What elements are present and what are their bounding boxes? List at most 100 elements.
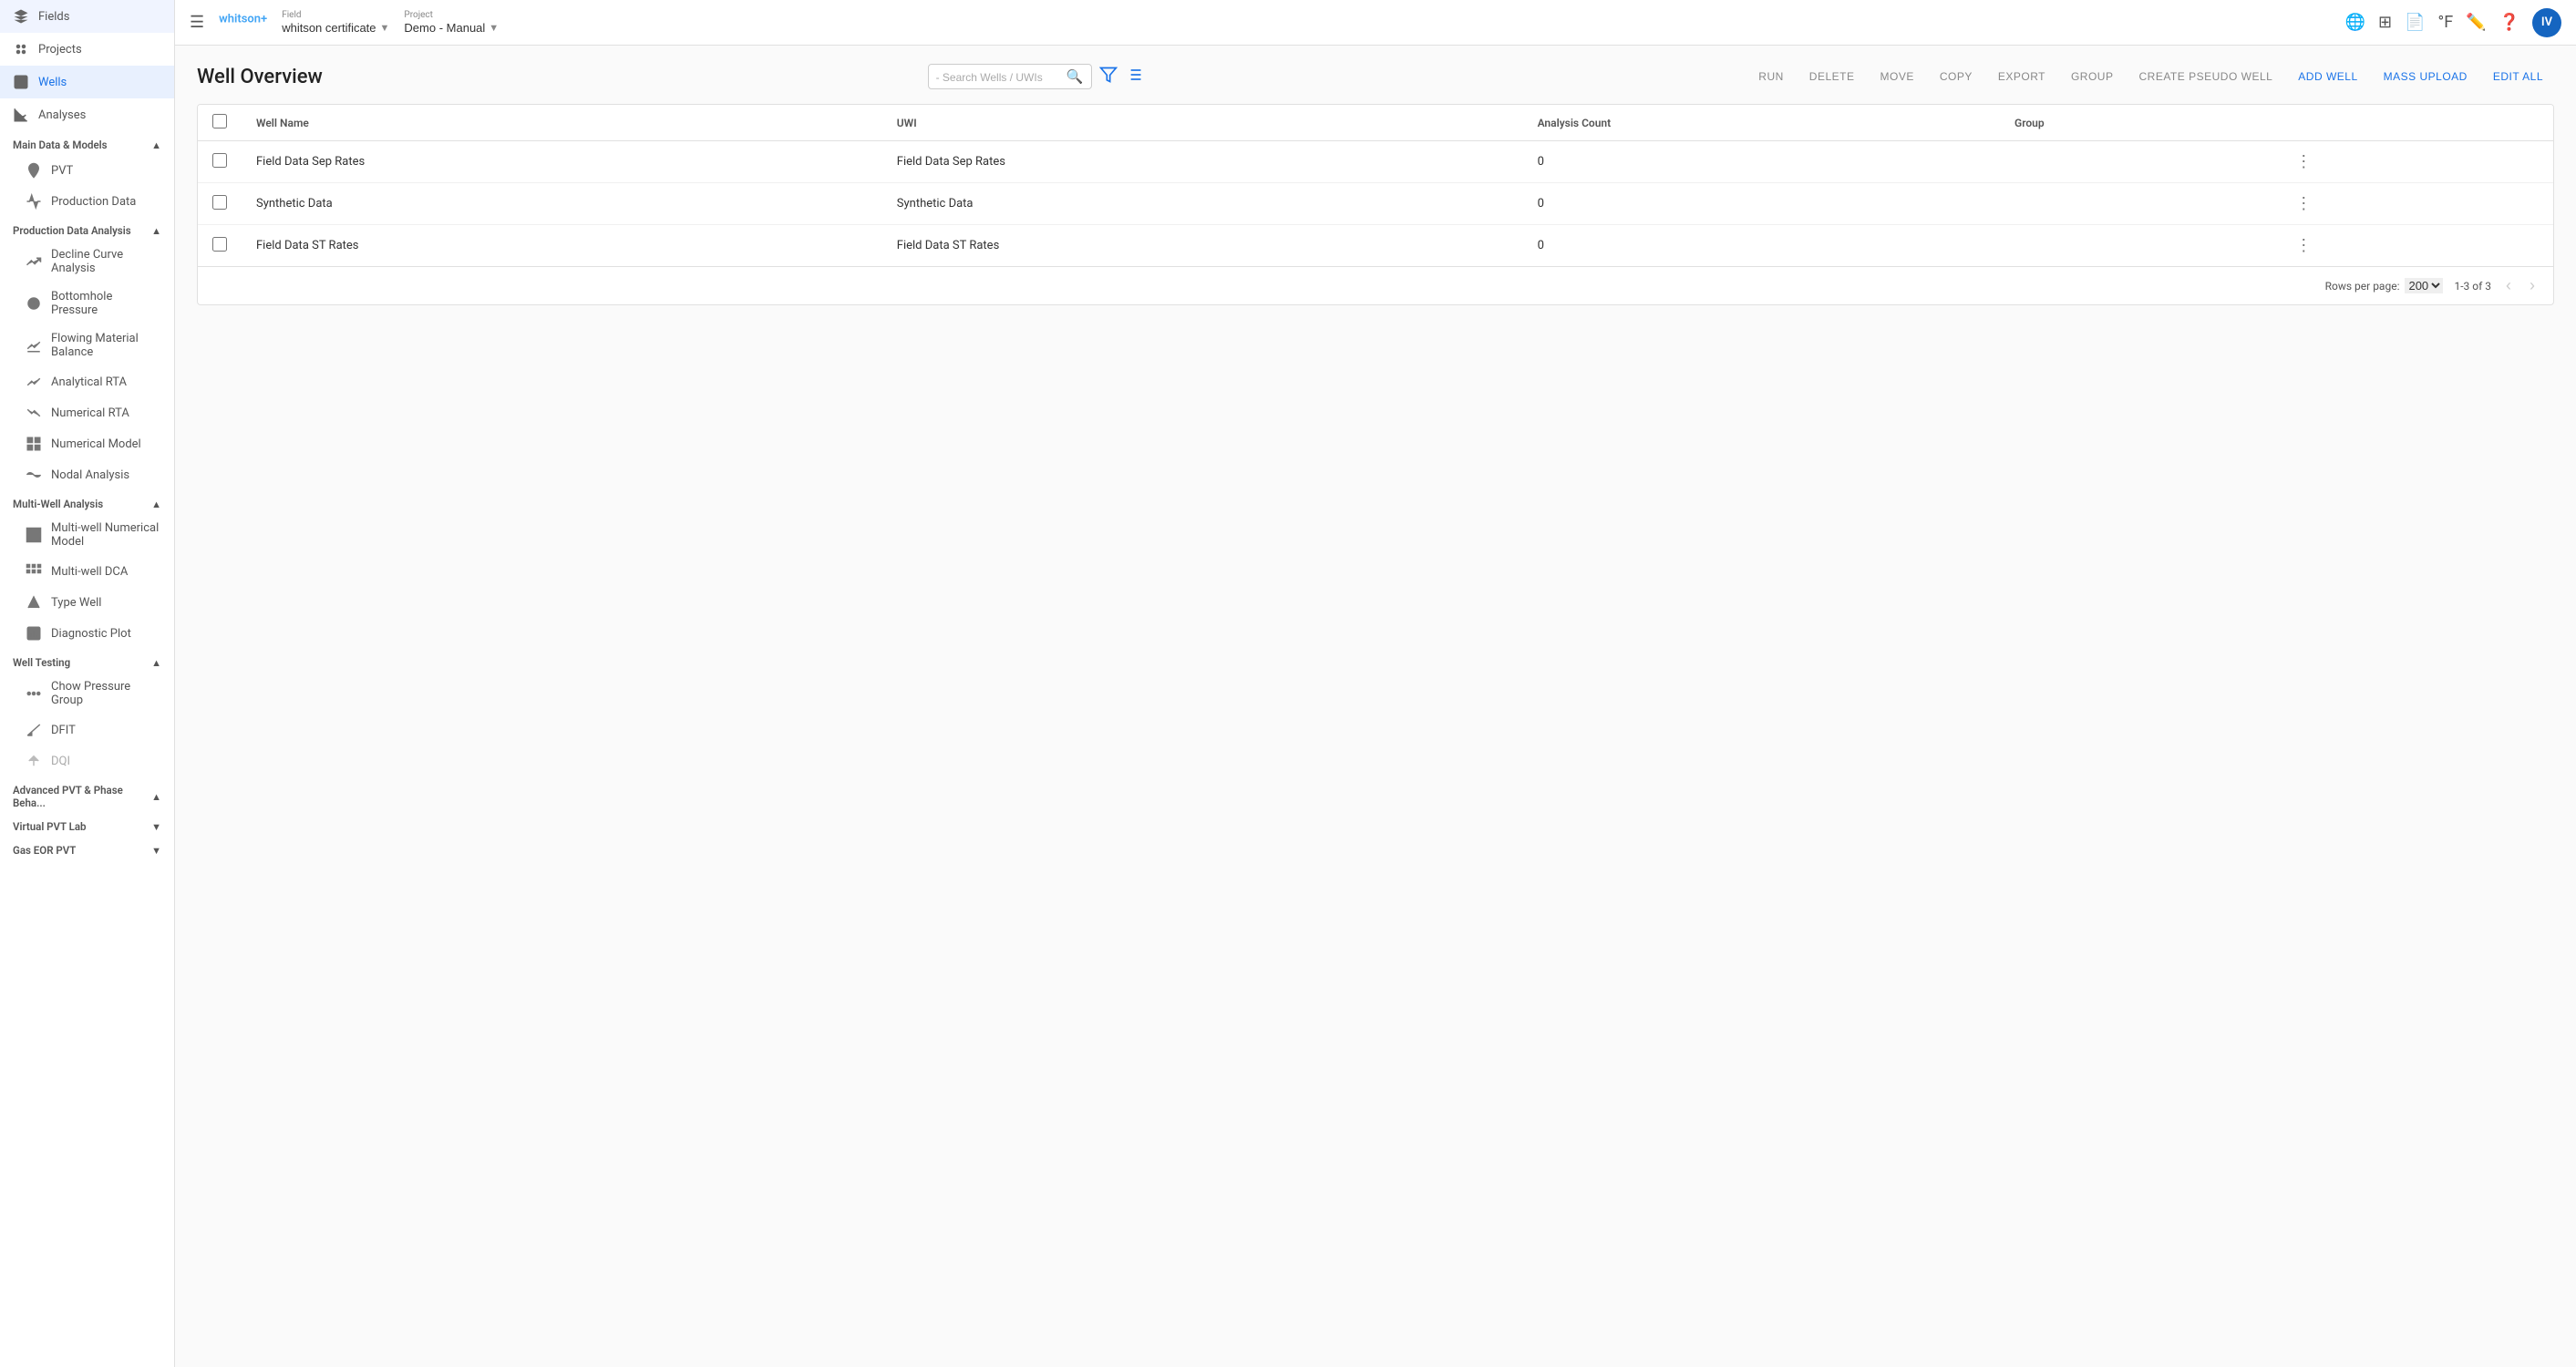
sidebar-item-cpg-label: Chow Pressure Group [51, 680, 161, 707]
field-label: Field [282, 10, 389, 20]
row-menu-button[interactable]: ⋮ [2288, 192, 2319, 215]
wells-table: Well Name UWI Analysis Count Group Field… [198, 105, 2553, 266]
sidebar-item-mwdca-label: Multi-well DCA [51, 565, 128, 579]
select-all-checkbox[interactable] [212, 114, 227, 128]
sidebar-item-flowing-material-balance[interactable]: Flowing Material Balance [0, 324, 174, 366]
section-production-data-analysis[interactable]: Production Data Analysis ▲ [0, 217, 174, 241]
globe-icon[interactable]: 🌐 [2345, 13, 2365, 32]
search-icon: 🔍 [1066, 68, 1084, 85]
page-title: Well Overview [197, 66, 323, 88]
dfit-icon [26, 722, 42, 738]
run-button[interactable]: RUN [1747, 65, 1795, 88]
group-cell [2000, 183, 2273, 225]
sidebar-item-mwnm-label: Multi-well Numerical Model [51, 521, 161, 549]
rows-per-page-select[interactable]: 200 100 50 [2405, 278, 2443, 293]
section-well-testing[interactable]: Well Testing ▲ [0, 649, 174, 673]
project-selector[interactable]: Demo - Manual ▼ [404, 21, 499, 35]
analysis-count-cell: 0 [1523, 225, 2000, 267]
file-icon[interactable]: 📄 [2405, 13, 2425, 32]
sidebar-item-bottomhole-pressure[interactable]: Bottomhole Pressure [0, 283, 174, 324]
group-cell [2000, 225, 2273, 267]
search-input[interactable] [936, 70, 1061, 84]
section-main-data-chevron: ▲ [151, 139, 161, 151]
sidebar-item-pvt[interactable]: PVT [0, 155, 174, 186]
row-menu-cell: ⋮ [2273, 225, 2553, 267]
section-advanced-pvt[interactable]: Advanced PVT & Phase Beha... ▲ [0, 776, 174, 813]
rows-per-page-label: Rows per page: [2325, 280, 2400, 293]
grid-icon[interactable]: ⊞ [2378, 13, 2392, 32]
group-cell [2000, 141, 2273, 183]
row-menu-button[interactable]: ⋮ [2288, 150, 2319, 173]
next-page-button[interactable]: › [2526, 274, 2539, 297]
sidebar-item-numerical-rta-label: Numerical RTA [51, 406, 129, 420]
fields-icon [13, 8, 29, 25]
sidebar-item-chow-pressure-group[interactable]: Chow Pressure Group [0, 673, 174, 714]
sidebar-item-production-data[interactable]: Production Data [0, 186, 174, 217]
sidebar-item-decline-curve[interactable]: Decline Curve Analysis [0, 241, 174, 283]
sidebar-item-analyses[interactable]: Analyses [0, 98, 174, 131]
sidebar-item-projects[interactable]: Projects [0, 33, 174, 66]
well-name-cell: Synthetic Data [242, 183, 882, 225]
field-selector[interactable]: whitson certificate ▼ [282, 21, 389, 35]
sidebar-item-nodal-analysis[interactable]: Nodal Analysis [0, 459, 174, 490]
wells-icon [13, 74, 29, 90]
filter-icon[interactable] [1099, 66, 1118, 88]
uwi-cell: Field Data Sep Rates [882, 141, 1523, 183]
sidebar-item-dqi: DQI [0, 745, 174, 776]
sidebar-item-type-well-label: Type Well [51, 596, 101, 610]
row-checkbox-cell [198, 183, 242, 225]
section-multi-well-analysis[interactable]: Multi-Well Analysis ▲ [0, 490, 174, 514]
temperature-icon[interactable]: °F [2437, 13, 2453, 32]
prev-page-button[interactable]: ‹ [2502, 274, 2515, 297]
row-menu-button[interactable]: ⋮ [2288, 234, 2319, 257]
rows-per-page: Rows per page: 200 100 50 [2325, 278, 2444, 293]
sidebar-item-type-well[interactable]: Type Well [0, 587, 174, 618]
diagnostic-plot-icon [26, 625, 42, 642]
section-gas-eor-pvt[interactable]: Gas EOR PVT ▼ [0, 837, 174, 860]
sidebar-item-projects-label: Projects [38, 43, 82, 57]
help-icon[interactable]: ❓ [2499, 13, 2519, 32]
projects-icon [13, 41, 29, 57]
copy-button[interactable]: COPY [1929, 65, 1984, 88]
section-main-data-models[interactable]: Main Data & Models ▲ [0, 131, 174, 155]
sidebar-item-fields[interactable]: Fields [0, 0, 174, 33]
content-area: Well Overview 🔍 RUN DELETE MOVE COPY EX [175, 46, 2576, 1367]
user-avatar[interactable]: IV [2532, 8, 2561, 37]
multi-well-numerical-icon [26, 527, 42, 543]
pvt-icon [26, 162, 42, 179]
sidebar-item-multi-well-numerical[interactable]: Multi-well Numerical Model [0, 514, 174, 556]
sidebar-item-diagnostic-plot[interactable]: Diagnostic Plot [0, 618, 174, 649]
edit-all-button[interactable]: EDIT ALL [2482, 65, 2554, 88]
well-name-cell: Field Data Sep Rates [242, 141, 882, 183]
sidebar-item-multi-well-dca[interactable]: Multi-well DCA [0, 556, 174, 587]
flowing-material-balance-icon [26, 337, 42, 354]
sort-icon[interactable] [1125, 66, 1143, 88]
section-virtual-pvt-lab[interactable]: Virtual PVT Lab ▼ [0, 813, 174, 837]
row-checkbox[interactable] [212, 153, 227, 168]
menu-header [2273, 105, 2553, 141]
sidebar-item-numerical-model[interactable]: Numerical Model [0, 428, 174, 459]
sidebar-item-dfit[interactable]: DFIT [0, 714, 174, 745]
mass-upload-button[interactable]: MASS UPLOAD [2373, 65, 2478, 88]
sidebar-item-production-data-label: Production Data [51, 195, 136, 209]
action-toolbar: RUN DELETE MOVE COPY EXPORT GROUP CREATE… [1747, 65, 2554, 88]
delete-button[interactable]: DELETE [1798, 65, 1866, 88]
field-chevron-icon: ▼ [380, 23, 390, 34]
sidebar-item-wells[interactable]: Wells [0, 66, 174, 98]
edit-icon[interactable]: ✏️ [2466, 13, 2486, 32]
row-checkbox[interactable] [212, 237, 227, 252]
well-name-header: Well Name [242, 105, 882, 141]
analytical-rta-icon [26, 374, 42, 390]
row-checkbox[interactable] [212, 195, 227, 210]
sidebar-item-numerical-rta[interactable]: Numerical RTA [0, 397, 174, 428]
sidebar-item-analytical-rta[interactable]: Analytical RTA [0, 366, 174, 397]
group-button[interactable]: GROUP [2060, 65, 2125, 88]
create-pseudo-well-button[interactable]: CREATE PSEUDO WELL [2128, 65, 2283, 88]
uwi-cell: Synthetic Data [882, 183, 1523, 225]
numerical-model-icon [26, 436, 42, 452]
export-button[interactable]: EXPORT [1987, 65, 2056, 88]
main-area: ☰ whitson+ Field whitson certificate ▼ P… [175, 0, 2576, 1367]
move-button[interactable]: MOVE [1869, 65, 1924, 88]
add-well-button[interactable]: ADD WELL [2287, 65, 2368, 88]
menu-icon[interactable]: ☰ [190, 13, 204, 32]
